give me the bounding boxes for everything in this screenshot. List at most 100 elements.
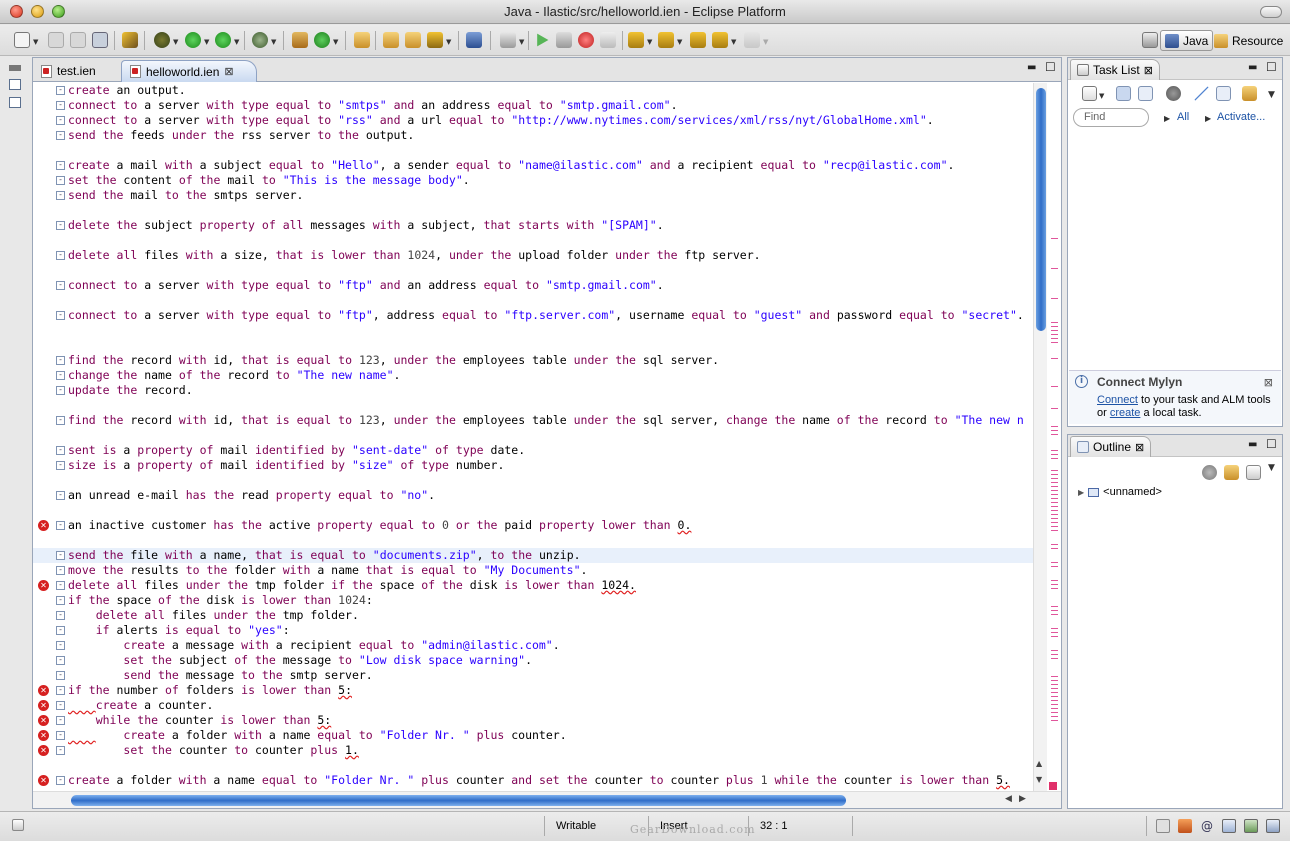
task-repositories-icon[interactable] xyxy=(1266,819,1280,833)
scroll-down-icon[interactable]: ▼ xyxy=(1036,775,1042,784)
scheduled-icon[interactable] xyxy=(1138,86,1153,101)
code-line: - change the name of the record to "The n… xyxy=(33,368,1033,383)
java-perspective-button[interactable]: Java xyxy=(1160,30,1214,51)
error-marker-icon[interactable]: ✕ xyxy=(38,730,49,741)
error-marker-icon[interactable]: ✕ xyxy=(38,775,49,786)
expand-icon[interactable]: ▶ xyxy=(1078,488,1084,497)
view-menu-icon[interactable]: ▼ xyxy=(1268,90,1275,100)
open-folder-icon[interactable] xyxy=(354,32,370,48)
toolbar-toggle-button[interactable] xyxy=(1260,6,1282,18)
run-external-icon[interactable] xyxy=(215,32,231,48)
filter-icon[interactable] xyxy=(1194,86,1209,101)
all-link[interactable]: All xyxy=(1177,111,1189,123)
external-tools-icon[interactable] xyxy=(252,32,268,48)
code-line: - find the record with id, that is equal … xyxy=(33,353,1033,368)
terminate-icon[interactable] xyxy=(578,32,594,48)
restore-icon[interactable] xyxy=(1156,819,1170,833)
scroll-up-icon[interactable]: ▲ xyxy=(1036,759,1042,768)
forward-icon[interactable] xyxy=(744,32,760,48)
disconnect-icon[interactable] xyxy=(600,32,616,48)
sort-icon[interactable] xyxy=(1246,465,1261,480)
code-line: - connect to a server with type equal to … xyxy=(33,98,1033,113)
focus-icon[interactable] xyxy=(1202,465,1217,480)
resource-perspective-button[interactable]: Resource xyxy=(1210,30,1287,51)
skip-breakpoints-icon[interactable] xyxy=(500,32,516,48)
resource-perspective-icon xyxy=(1214,33,1228,48)
error-marker-icon[interactable]: ✕ xyxy=(38,580,49,591)
debug-icon[interactable] xyxy=(154,32,170,48)
declaration-icon[interactable] xyxy=(1222,819,1236,833)
close-icon[interactable]: ⊠ xyxy=(224,65,233,78)
minimize-icon[interactable]: ▬ xyxy=(1027,62,1036,73)
new-icon[interactable] xyxy=(14,32,30,48)
task-find-input[interactable]: Find xyxy=(1073,108,1149,127)
restore-icon[interactable] xyxy=(9,65,21,71)
code-area[interactable]: - create an output. - connect to a server … xyxy=(33,83,1033,791)
console-icon[interactable] xyxy=(1244,819,1258,833)
toggle-mark-occurrences-icon[interactable] xyxy=(466,32,482,48)
error-marker-icon[interactable]: ✕ xyxy=(38,685,49,696)
maximize-icon[interactable]: ☐ xyxy=(1266,60,1277,74)
suspend-icon[interactable] xyxy=(556,32,572,48)
close-icon[interactable]: ⊠ xyxy=(1144,64,1153,77)
last-edit-location-icon[interactable] xyxy=(690,32,706,48)
close-icon[interactable]: ⊠ xyxy=(1264,376,1273,389)
tab-test-ien[interactable]: test.ien xyxy=(33,60,121,82)
tab-outline[interactable]: Outline ⊠ xyxy=(1070,436,1152,457)
collapse-all-icon[interactable] xyxy=(1216,86,1231,101)
horizontal-scrollbar[interactable]: ◀ ▶ xyxy=(33,791,1061,808)
back-icon[interactable] xyxy=(712,32,728,48)
close-icon[interactable]: ⊠ xyxy=(1135,441,1144,454)
print-icon[interactable] xyxy=(92,32,108,48)
open-resource-icon[interactable] xyxy=(405,32,421,48)
scroll-left-icon[interactable]: ◀ xyxy=(1005,794,1012,804)
synchronize-icon[interactable] xyxy=(1242,86,1257,101)
error-marker-icon[interactable]: ✕ xyxy=(38,745,49,756)
chevron-down-icon[interactable]: ▼ xyxy=(1099,92,1104,100)
activate-link[interactable]: Activate... xyxy=(1217,111,1265,123)
scroll-right-icon[interactable]: ▶ xyxy=(1019,794,1026,804)
open-type-icon[interactable] xyxy=(383,32,399,48)
step-into-icon[interactable] xyxy=(628,32,644,48)
minimize-icon[interactable]: ▬ xyxy=(1248,62,1257,73)
step-over-icon[interactable] xyxy=(658,32,674,48)
search-icon[interactable] xyxy=(427,32,443,48)
package-explorer-icon[interactable] xyxy=(9,79,21,90)
tab-helloworld-ien[interactable]: helloworld.ien ⊠ xyxy=(121,60,257,82)
focus-icon[interactable] xyxy=(1166,86,1181,101)
tasks-icon[interactable] xyxy=(1178,819,1192,833)
create-link[interactable]: create xyxy=(1110,407,1141,419)
hierarchy-icon[interactable] xyxy=(9,97,21,108)
open-perspective-icon[interactable] xyxy=(1142,32,1158,48)
horizontal-scroll-thumb[interactable] xyxy=(71,795,846,806)
vertical-scroll-thumb[interactable] xyxy=(1036,88,1046,331)
tab-task-list[interactable]: Task List ⊠ xyxy=(1070,59,1160,80)
connect-link[interactable]: Connect xyxy=(1097,394,1138,406)
overview-ruler[interactable] xyxy=(1047,83,1061,791)
code-line: - an unread e-mail has the read property … xyxy=(33,488,1033,503)
error-marker-icon[interactable]: ✕ xyxy=(38,520,49,531)
save-all-icon[interactable] xyxy=(70,32,86,48)
categorized-icon[interactable] xyxy=(1116,86,1131,101)
error-marker-icon[interactable]: ✕ xyxy=(38,715,49,726)
link-with-editor-icon[interactable] xyxy=(1224,465,1239,480)
resume-icon[interactable] xyxy=(537,33,549,47)
chevron-down-icon[interactable]: ▼ xyxy=(33,38,38,46)
minimize-icon[interactable]: ▬ xyxy=(1248,439,1257,450)
javadoc-icon[interactable]: @ xyxy=(1200,819,1214,833)
view-menu-icon[interactable]: ▼ xyxy=(1268,463,1275,473)
new-class-icon[interactable] xyxy=(314,32,330,48)
fast-view-icon[interactable] xyxy=(12,819,24,831)
vertical-scrollbar[interactable]: ▲ ▼ xyxy=(1033,83,1047,791)
error-marker-icon[interactable]: ✕ xyxy=(38,700,49,711)
maximize-icon[interactable]: ☐ xyxy=(1266,437,1277,451)
new-task-icon[interactable] xyxy=(1082,86,1097,101)
connect-mylyn-box: i Connect Mylyn ⊠ Connect to your task a… xyxy=(1069,370,1281,424)
error-summary-icon[interactable] xyxy=(1049,782,1057,790)
edit-pencil-icon[interactable] xyxy=(122,32,138,48)
maximize-icon[interactable]: ☐ xyxy=(1045,60,1056,74)
outline-tree-item[interactable]: ▶ <unnamed> xyxy=(1078,486,1162,498)
save-icon[interactable] xyxy=(48,32,64,48)
run-icon[interactable] xyxy=(185,32,201,48)
new-package-icon[interactable] xyxy=(292,32,308,48)
